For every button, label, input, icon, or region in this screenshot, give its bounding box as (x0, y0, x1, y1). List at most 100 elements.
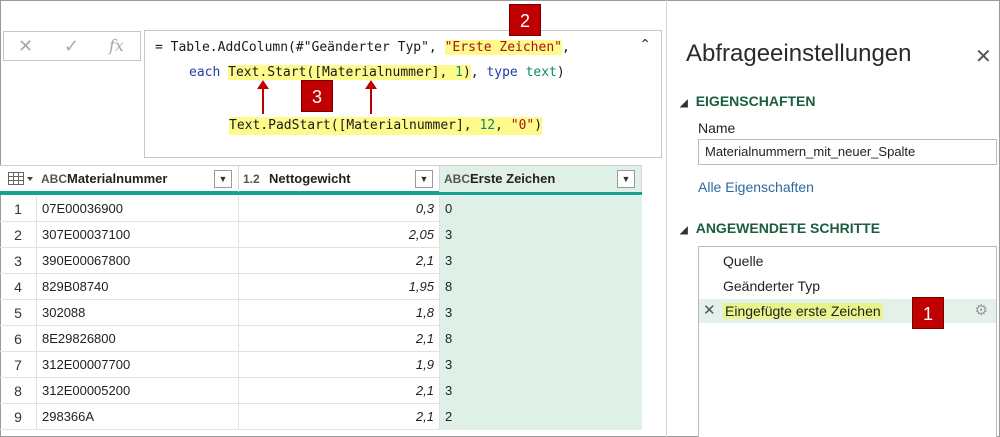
formula-keyword: each (189, 65, 221, 80)
formula-text-start: Text.Start([Materialnummer], 1) (228, 65, 471, 80)
cell-erste-zeichen[interactable]: 3 (440, 222, 642, 248)
commit-formula-button[interactable]: ✓ (64, 36, 79, 56)
step-item-eingefuegte-erste-zeichen[interactable]: ✕ Eingefügte erste Zeichen ⚙ (699, 299, 996, 323)
all-properties-link[interactable]: Alle Eigenschaften (698, 179, 814, 195)
cell-materialnummer[interactable]: 829B08740 (37, 274, 239, 300)
type-decimal-icon[interactable]: 1.2 (243, 166, 260, 192)
section-label: ANGEWENDETE SCHRITTE (695, 220, 881, 236)
cell-erste-zeichen[interactable]: 3 (440, 352, 642, 378)
pane-splitter[interactable] (666, 0, 667, 437)
table-row: 2 307E00037100 2,05 3 (0, 222, 642, 248)
column-header-materialnummer[interactable]: ABC Materialnummer ▼ (37, 166, 239, 192)
filter-dropdown-icon[interactable]: ▼ (415, 170, 433, 188)
row-index[interactable]: 8 (0, 378, 37, 404)
table-row: 9 298366A 2,1 2 (0, 404, 642, 430)
applied-steps-heading[interactable]: ◢ ANGEWENDETE SCHRITTE (680, 220, 880, 236)
step-item-geaenderter-typ[interactable]: Geänderter Typ (699, 274, 996, 298)
table-row: 5 302088 1,8 3 (0, 300, 642, 326)
row-index[interactable]: 9 (0, 404, 37, 430)
row-index[interactable]: 5 (0, 300, 37, 326)
cell-nettogewicht[interactable]: 2,1 (239, 378, 440, 404)
cell-erste-zeichen[interactable]: 3 (440, 300, 642, 326)
formula-controls: ✕ ✓ fx (3, 31, 141, 61)
row-index[interactable]: 7 (0, 352, 37, 378)
filter-dropdown-icon[interactable]: ▼ (617, 170, 635, 188)
type-abc-icon[interactable]: ABC (444, 166, 470, 192)
formula-text: , (562, 40, 570, 55)
table-row: 1 07E00036900 0,3 0 (0, 196, 642, 222)
column-label: Materialnummer (67, 171, 168, 186)
collapse-triangle-icon[interactable]: ◢ (680, 98, 688, 109)
table-row: 8 312E00005200 2,1 3 (0, 378, 642, 404)
step-label: Geänderter Typ (723, 278, 821, 294)
annotation-arrow-right (365, 80, 377, 114)
table-row: 3 390E00067800 2,1 3 (0, 248, 642, 274)
formula-editor[interactable]: = Table.AddColumn(#"Geänderter Typ", "Er… (144, 30, 662, 158)
step-item-quelle[interactable]: Quelle (699, 249, 996, 273)
pane-title: Abfrageeinstellungen (686, 40, 912, 67)
close-icon[interactable]: ✕ (975, 44, 992, 69)
query-name-field[interactable]: Materialnummern_mit_neuer_Spalte (698, 139, 997, 165)
cell-nettogewicht[interactable]: 1,9 (239, 352, 440, 378)
column-header-nettogewicht[interactable]: 1.2 Nettogewicht ▼ (239, 166, 440, 192)
cell-erste-zeichen[interactable]: 2 (440, 404, 642, 430)
annotation-badge-1: 1 (912, 297, 944, 329)
formula-number: 1 (455, 65, 463, 80)
type-abc-icon[interactable]: ABC (41, 166, 67, 192)
cell-nettogewicht[interactable]: 2,1 (239, 326, 440, 352)
grid-header: ABC Materialnummer ▼ 1.2 Nettogewicht ▼ … (0, 165, 642, 195)
formula-text: = Table.AddColumn(#"Geänderter Typ", (155, 40, 445, 55)
cell-erste-zeichen[interactable]: 8 (440, 326, 642, 352)
annotation-arrow-left (257, 80, 269, 114)
row-index[interactable]: 2 (0, 222, 37, 248)
cell-nettogewicht[interactable]: 2,05 (239, 222, 440, 248)
cell-nettogewicht[interactable]: 2,1 (239, 404, 440, 430)
formula-number: 12 (479, 118, 496, 133)
cell-erste-zeichen[interactable]: 8 (440, 274, 642, 300)
formula-line-1: = Table.AddColumn(#"Geänderter Typ", "Er… (155, 39, 570, 57)
row-index[interactable]: 3 (0, 248, 37, 274)
formula-text: ) (462, 65, 471, 80)
column-header-erste-zeichen[interactable]: ABC Erste Zeichen ▼ (440, 166, 642, 192)
table-row: 7 312E00007700 1,9 3 (0, 352, 642, 378)
cell-nettogewicht[interactable]: 2,1 (239, 248, 440, 274)
cell-materialnummer[interactable]: 312E00007700 (37, 352, 239, 378)
cell-materialnummer[interactable]: 307E00037100 (37, 222, 239, 248)
annotation-badge-3: 3 (301, 80, 333, 112)
row-index[interactable]: 4 (0, 274, 37, 300)
annotation-badge-2: 2 (509, 4, 541, 36)
delete-step-icon[interactable]: ✕ (703, 299, 716, 323)
step-label: Quelle (723, 253, 764, 269)
fx-icon[interactable]: fx (109, 36, 124, 56)
cell-erste-zeichen[interactable]: 0 (440, 196, 642, 222)
cell-erste-zeichen[interactable]: 3 (440, 248, 642, 274)
chevron-up-icon[interactable]: ⌃ (639, 37, 651, 53)
cell-nettogewicht[interactable]: 0,3 (239, 196, 440, 222)
table-row: 6 8E29826800 2,1 8 (0, 326, 642, 352)
formula-text: ) (534, 118, 543, 133)
cell-materialnummer[interactable]: 298366A (37, 404, 239, 430)
cell-materialnummer[interactable]: 07E00036900 (37, 196, 239, 222)
row-index[interactable]: 6 (0, 326, 37, 352)
properties-section-heading[interactable]: ◢ EIGENSCHAFTEN (680, 93, 816, 109)
formula-type: text (525, 65, 557, 80)
formula-line-3: Text.PadStart([Materialnummer], 12, "0") (229, 117, 543, 135)
formula-text: , (495, 118, 511, 133)
formula-string: "0" (510, 118, 535, 133)
filter-dropdown-icon[interactable]: ▼ (214, 170, 232, 188)
cell-materialnummer[interactable]: 8E29826800 (37, 326, 239, 352)
formula-keyword: type (486, 65, 518, 80)
cell-erste-zeichen[interactable]: 3 (440, 378, 642, 404)
table-icon[interactable] (8, 172, 34, 186)
column-label: Erste Zeichen (470, 171, 556, 186)
cancel-formula-button[interactable]: ✕ (18, 36, 33, 56)
cell-nettogewicht[interactable]: 1,95 (239, 274, 440, 300)
cell-nettogewicht[interactable]: 1,8 (239, 300, 440, 326)
collapse-triangle-icon[interactable]: ◢ (680, 225, 688, 236)
cell-materialnummer[interactable]: 312E00005200 (37, 378, 239, 404)
row-index[interactable]: 1 (0, 196, 37, 222)
gear-icon[interactable]: ⚙ (975, 299, 988, 323)
step-label: Eingefügte erste Zeichen (723, 303, 883, 319)
cell-materialnummer[interactable]: 390E00067800 (37, 248, 239, 274)
cell-materialnummer[interactable]: 302088 (37, 300, 239, 326)
